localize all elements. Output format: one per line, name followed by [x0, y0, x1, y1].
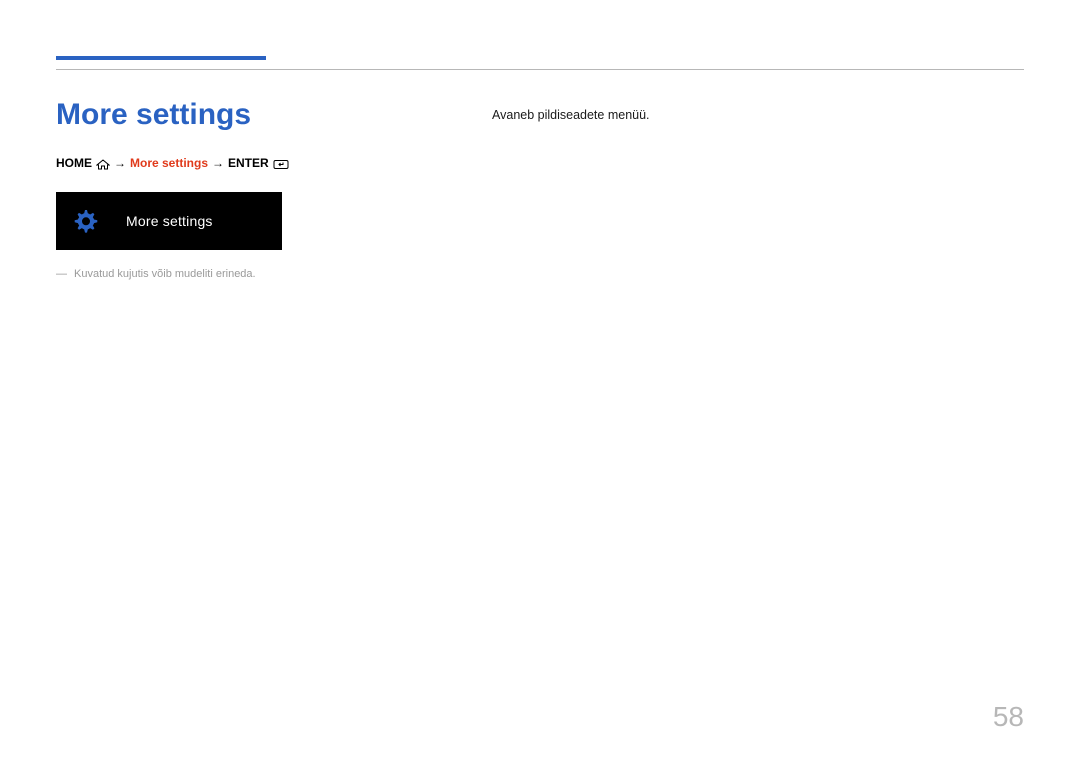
breadcrumb-current: More settings — [130, 156, 208, 170]
description-text: Avaneb pildiseadete menüü. — [492, 108, 1024, 122]
page-number: 58 — [993, 701, 1024, 733]
top-divider — [56, 56, 1024, 70]
enter-icon — [273, 159, 289, 170]
footnote-dash: ― — [56, 268, 68, 280]
right-column: Avaneb pildiseadete menüü. — [492, 98, 1024, 280]
document-page: More settings HOME → More settings → ENT… — [0, 0, 1080, 763]
more-settings-tile: More settings — [56, 192, 282, 250]
footnote-text: Kuvatud kujutis võib mudeliti erineda. — [74, 268, 256, 280]
home-icon — [96, 159, 110, 170]
left-column: More settings HOME → More settings → ENT… — [56, 98, 436, 280]
content-row: More settings HOME → More settings → ENT… — [56, 98, 1024, 280]
divider-accent-bar — [56, 56, 266, 60]
breadcrumb-arrow-1: → — [114, 156, 126, 170]
tile-label: More settings — [126, 213, 213, 229]
divider-line — [56, 69, 1024, 70]
section-heading: More settings — [56, 98, 436, 132]
breadcrumb-arrow-2: → — [212, 156, 224, 170]
breadcrumb-home-label: HOME — [56, 156, 92, 170]
gear-icon — [70, 206, 100, 236]
breadcrumb-enter-label: ENTER — [228, 156, 269, 170]
footnote: ― Kuvatud kujutis võib mudeliti erineda. — [56, 268, 436, 280]
breadcrumb-path: HOME → More settings → ENTER — [56, 156, 436, 170]
